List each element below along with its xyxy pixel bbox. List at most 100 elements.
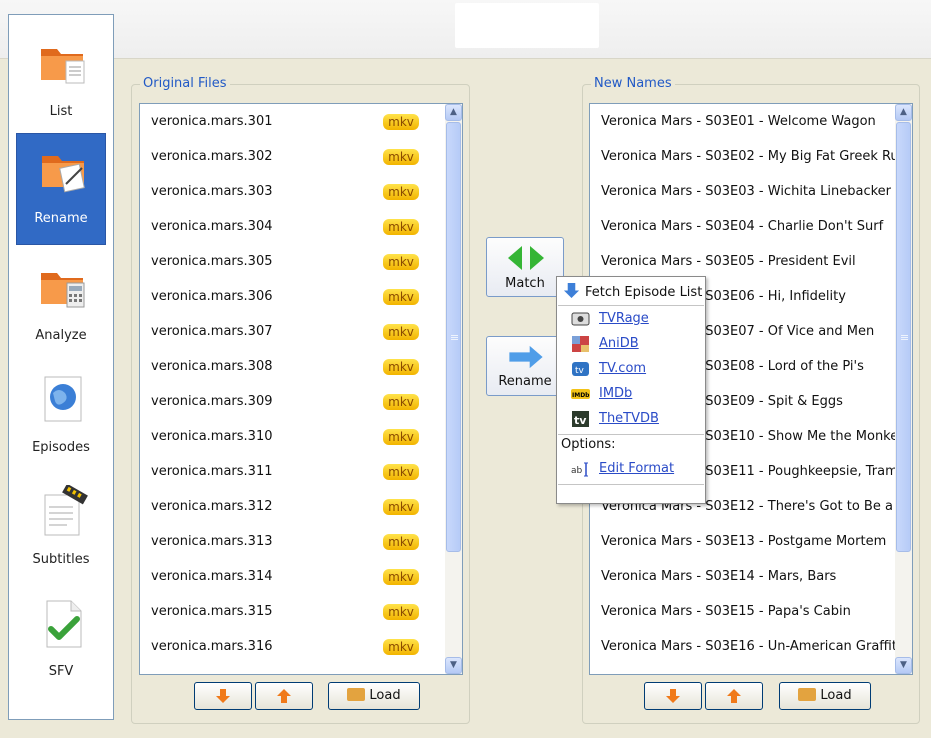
folder-list-icon: [41, 49, 85, 84]
svg-text:tv: tv: [575, 366, 585, 376]
new-name-row[interactable]: Veronica Mars - S03E04 - Charlie Don't S…: [601, 209, 883, 244]
arrow-up-icon: [727, 689, 741, 703]
file-row[interactable]: veronica.mars.309 mkv: [151, 384, 451, 419]
file-row[interactable]: veronica.mars.301 mkv: [151, 104, 451, 139]
sidebar-item-label: Rename: [34, 211, 88, 226]
folder-rename-icon: [42, 156, 85, 193]
load-label: Load: [820, 688, 852, 703]
sidebar: List Rename Analyze Episodes Subtitles S…: [8, 14, 114, 720]
extension-badge: mkv: [383, 429, 419, 445]
file-name: veronica.mars.301: [151, 114, 273, 129]
load-button[interactable]: Load: [779, 682, 871, 710]
file-name: veronica.mars.312: [151, 499, 273, 514]
extension-badge: mkv: [383, 114, 419, 130]
sidebar-item-sfv[interactable]: SFV: [16, 587, 106, 697]
extension-badge: mkv: [383, 324, 419, 340]
scroll-down-button[interactable]: ▼: [445, 657, 462, 674]
new-name-row[interactable]: Veronica Mars - S03E03 - Wichita Linebac…: [601, 174, 891, 209]
menu-separator: [558, 305, 704, 306]
menu-item-label: TheTVDB: [599, 411, 659, 426]
match-arrows-icon: [508, 246, 544, 270]
scroll-up-button[interactable]: ▲: [445, 104, 462, 121]
move-down-button[interactable]: [644, 682, 702, 710]
file-name: veronica.mars.313: [151, 534, 273, 549]
new-name-row[interactable]: Veronica Mars - S03E05 - President Evil: [601, 244, 856, 279]
menu-item-label: TV.com: [599, 361, 647, 376]
menu-item-label: AniDB: [599, 336, 639, 351]
file-row[interactable]: veronica.mars.310 mkv: [151, 419, 451, 454]
sidebar-item-analyze[interactable]: Analyze: [16, 251, 106, 361]
file-row[interactable]: veronica.mars.315 mkv: [151, 594, 451, 629]
move-up-button[interactable]: [255, 682, 313, 710]
scroll-down-button[interactable]: ▼: [895, 657, 912, 674]
file-row[interactable]: veronica.mars.312 mkv: [151, 489, 451, 524]
scroll-thumb[interactable]: [446, 122, 461, 552]
file-name: veronica.mars.309: [151, 394, 273, 409]
anidb-icon: [572, 336, 589, 352]
new-name-row[interactable]: Veronica Mars - S03E01 - Welcome Wagon: [601, 104, 876, 139]
file-row[interactable]: veronica.mars.311 mkv: [151, 454, 451, 489]
new-name-row[interactable]: Veronica Mars - S03E02 - My Big Fat Gree…: [601, 139, 912, 174]
vertical-scrollbar[interactable]: ▲ ▼: [895, 104, 912, 674]
file-name: veronica.mars.308: [151, 359, 273, 374]
sidebar-item-list[interactable]: List: [16, 27, 106, 137]
right-arrow-icon: [509, 345, 543, 369]
file-row[interactable]: veronica.mars.304 mkv: [151, 209, 451, 244]
extension-badge: mkv: [383, 219, 419, 235]
options-label: Options:: [561, 437, 616, 452]
file-row[interactable]: veronica.mars.303 mkv: [151, 174, 451, 209]
extension-badge: mkv: [383, 254, 419, 270]
scroll-thumb[interactable]: [896, 122, 911, 552]
panel-title: Original Files: [140, 76, 230, 91]
file-name: veronica.mars.311: [151, 464, 273, 479]
sidebar-item-label: Episodes: [32, 440, 90, 455]
file-row[interactable]: veronica.mars.302 mkv: [151, 139, 451, 174]
new-name-row[interactable]: Veronica Mars - S03E15 - Papa's Cabin: [601, 594, 851, 629]
new-name-row[interactable]: Veronica Mars - S03E16 - Un-American Gra…: [601, 629, 901, 664]
sidebar-item-episodes[interactable]: Episodes: [16, 363, 106, 473]
file-row[interactable]: veronica.mars.305 mkv: [151, 244, 451, 279]
menu-separator: [558, 484, 704, 485]
sidebar-item-subtitles[interactable]: Subtitles: [16, 475, 106, 585]
extension-badge: mkv: [383, 569, 419, 585]
file-row[interactable]: veronica.mars.307 mkv: [151, 314, 451, 349]
file-row[interactable]: veronica.mars.313 mkv: [151, 524, 451, 559]
arrow-down-icon: [216, 689, 230, 703]
file-row[interactable]: veronica.mars.316 mkv: [151, 629, 451, 664]
move-up-button[interactable]: [705, 682, 763, 710]
original-files-panel: Original Files veronica.mars.301 mkv veron…: [131, 76, 470, 724]
scroll-up-button[interactable]: ▲: [895, 104, 912, 121]
extension-badge: mkv: [383, 359, 419, 375]
load-button[interactable]: Load: [328, 682, 420, 710]
new-name-row[interactable]: Veronica Mars - S03E13 - Postgame Mortem: [601, 524, 886, 559]
sidebar-item-rename[interactable]: Rename: [16, 133, 106, 245]
globe-icon: [44, 376, 82, 422]
rename-button[interactable]: Rename: [486, 336, 564, 396]
new-name-row[interactable]: Veronica Mars - S03E14 - Mars, Bars: [601, 559, 836, 594]
download-arrow-icon: [563, 282, 580, 299]
extension-badge: mkv: [383, 534, 419, 550]
text-format-icon: ab: [571, 462, 588, 477]
original-files-list[interactable]: veronica.mars.301 mkv veronica.mars.302 mkv…: [139, 103, 463, 675]
extension-badge: mkv: [383, 464, 419, 480]
match-button[interactable]: Match: [486, 237, 564, 297]
vertical-scrollbar[interactable]: ▲ ▼: [445, 104, 462, 674]
folder-icon: [798, 688, 817, 701]
extension-badge: mkv: [383, 149, 419, 165]
top-blank-area: [455, 3, 599, 48]
file-name: veronica.mars.307: [151, 324, 273, 339]
arrow-up-icon: [277, 689, 291, 703]
match-label: Match: [505, 276, 545, 291]
file-row[interactable]: veronica.mars.314 mkv: [151, 559, 451, 594]
extension-badge: mkv: [383, 639, 419, 655]
move-down-button[interactable]: [194, 682, 252, 710]
file-row[interactable]: veronica.mars.306 mkv: [151, 279, 451, 314]
file-row[interactable]: veronica.mars.308 mkv: [151, 349, 451, 384]
sidebar-item-label: SFV: [48, 664, 74, 679]
file-name: veronica.mars.314: [151, 569, 273, 584]
extension-badge: mkv: [383, 394, 419, 410]
extension-badge: mkv: [383, 499, 419, 515]
fetch-episode-list-menu: Fetch Episode List TVRage AniDB tv TV.co…: [556, 276, 706, 504]
menu-item-label: IMDb: [599, 386, 633, 401]
sidebar-item-label: Analyze: [35, 328, 87, 343]
